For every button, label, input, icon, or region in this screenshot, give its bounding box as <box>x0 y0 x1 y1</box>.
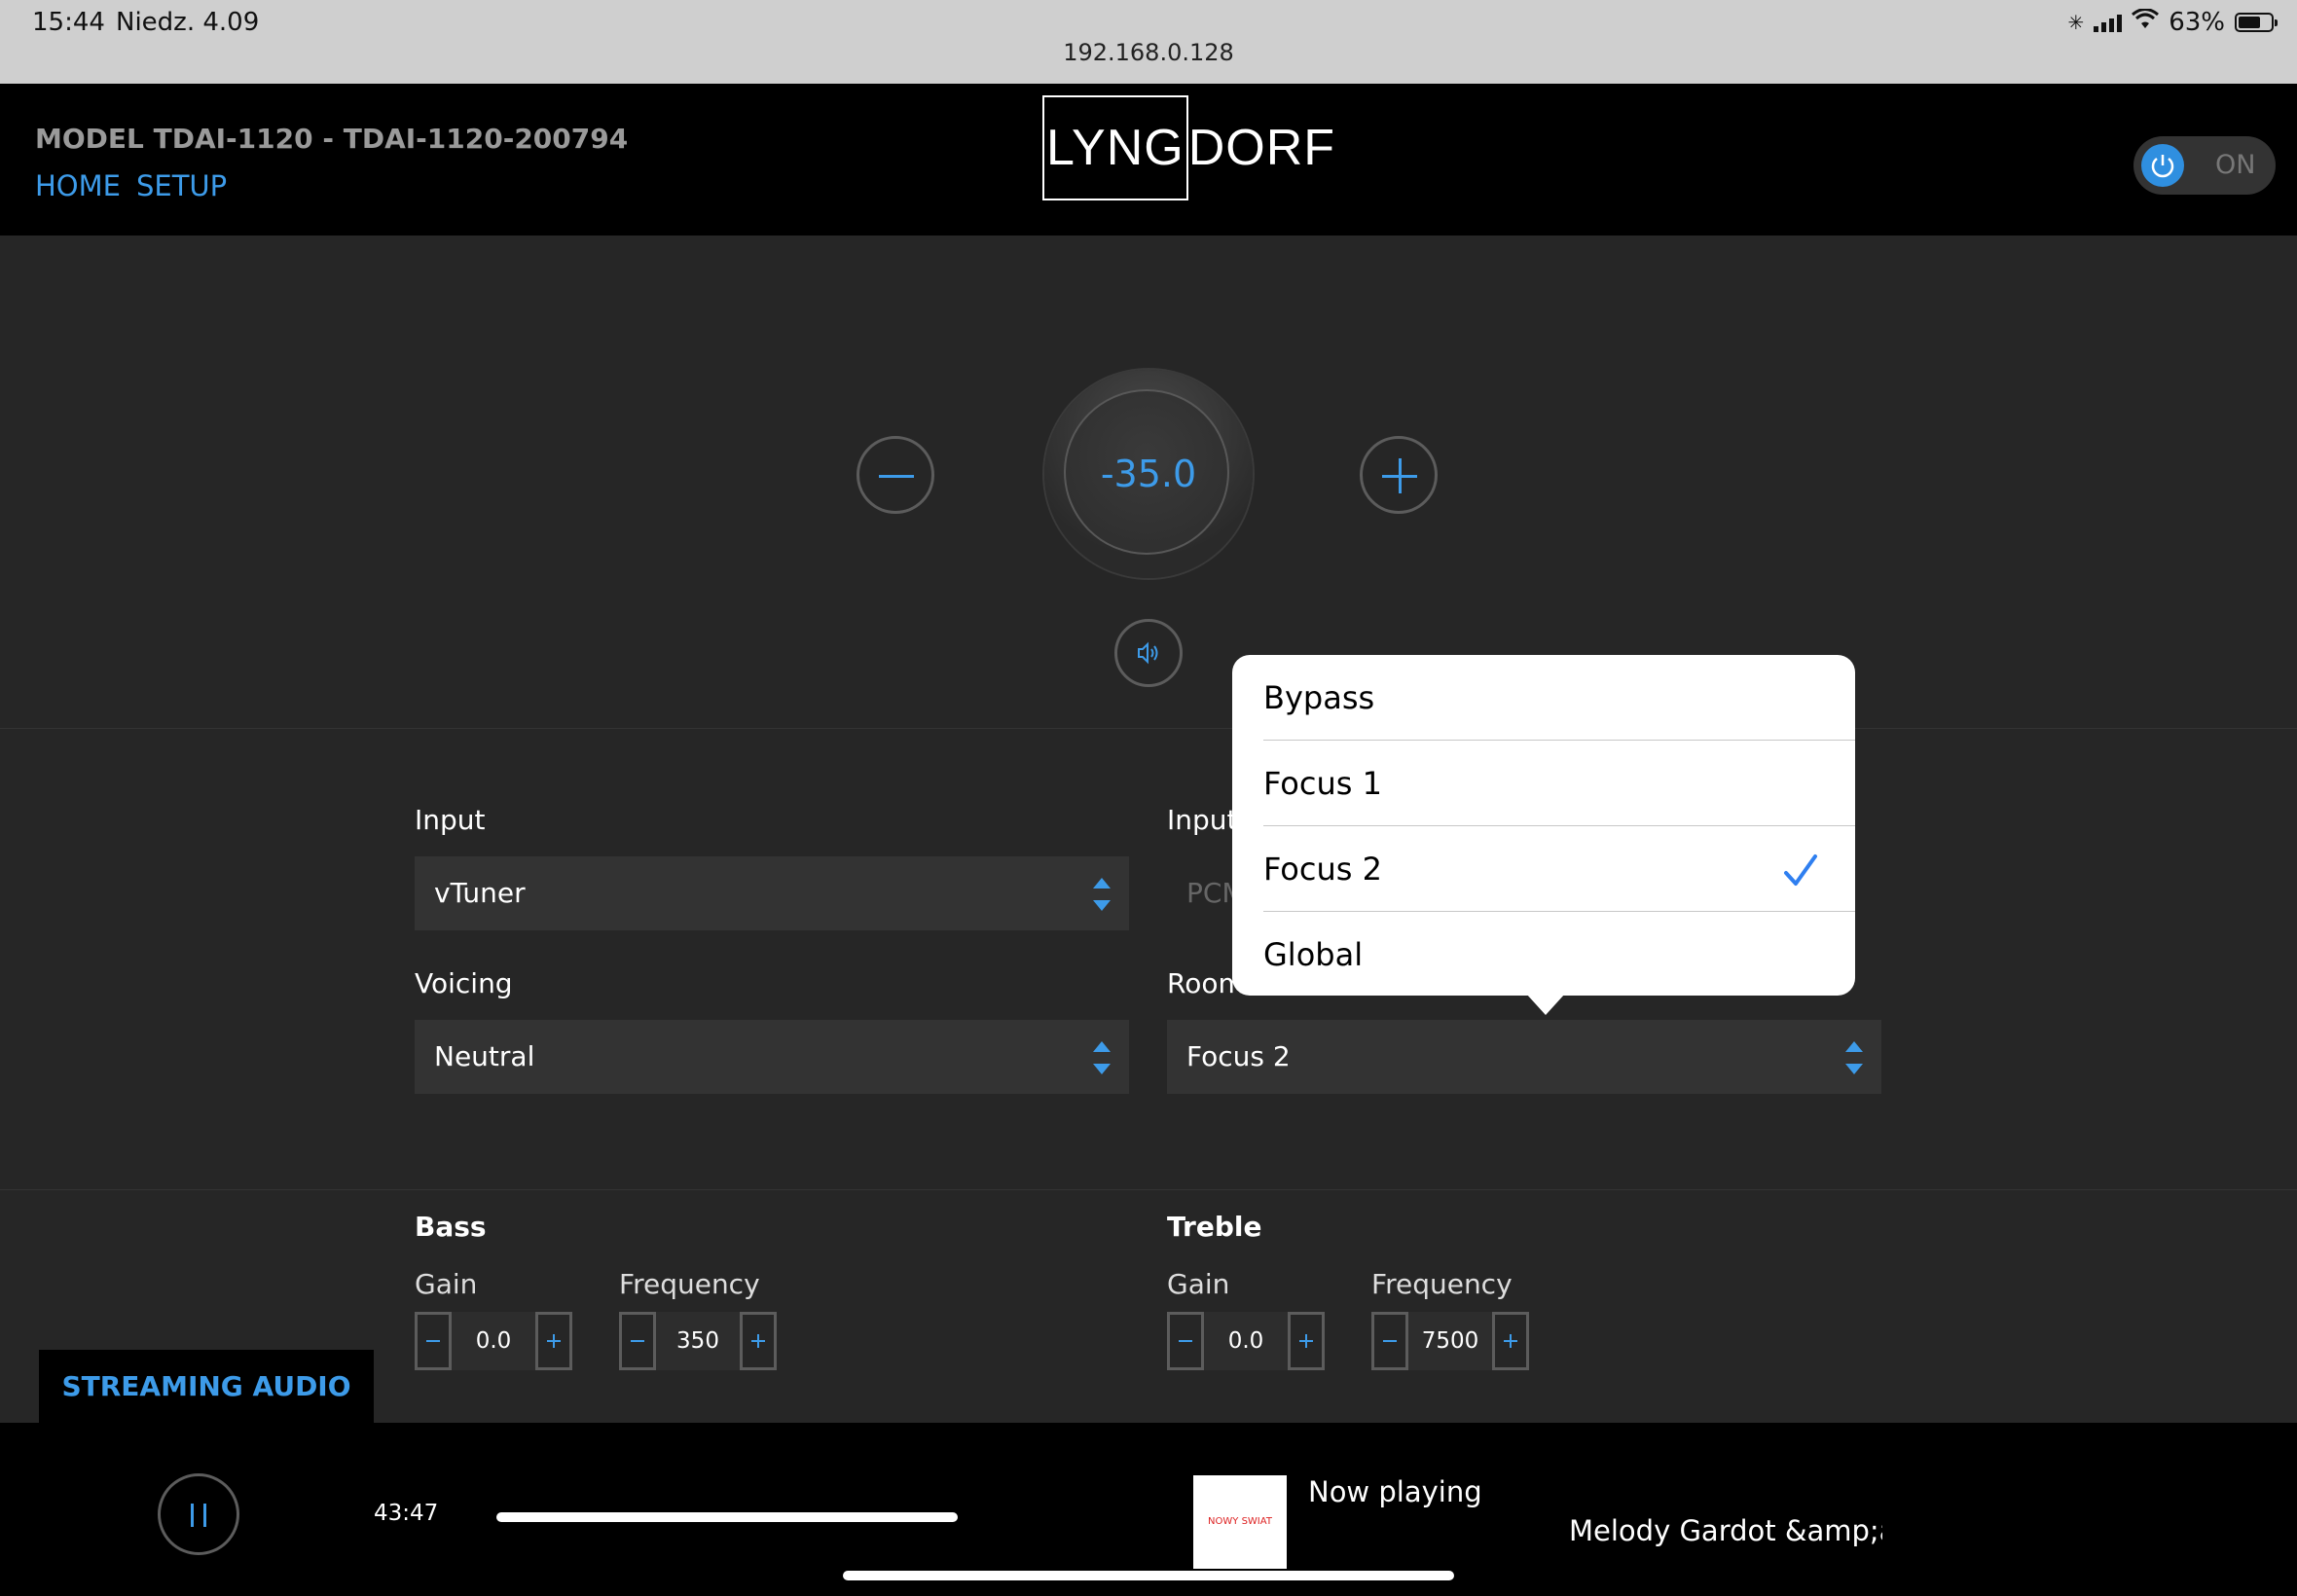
volume-up-button[interactable] <box>1360 436 1438 514</box>
popover-pointer <box>1526 994 1565 1015</box>
bass-frequency-label: Frequency <box>619 1268 760 1300</box>
treble-frequency-label: Frequency <box>1371 1268 1513 1300</box>
loading-icon: ✳ <box>2067 11 2085 34</box>
option-focus-1[interactable]: Focus 1 <box>1263 741 1382 826</box>
album-art-text: NOWY SWIAT <box>1208 1516 1272 1527</box>
elapsed-time: 43:47 <box>374 1501 439 1526</box>
bass-frequency-decrease[interactable] <box>619 1312 656 1370</box>
treble-frequency-decrease[interactable] <box>1371 1312 1408 1370</box>
status-bar: 15:44 Niedz. 4.09 192.168.0.128 ✳ 63% <box>0 0 2297 84</box>
updown-arrows-icon <box>1092 878 1112 911</box>
treble-gain-value[interactable]: 0.0 <box>1204 1312 1288 1370</box>
logo-boxed-text: LYNG <box>1042 95 1188 200</box>
input-select[interactable]: vTuner <box>415 856 1129 930</box>
bass-gain-stepper: 0.0 <box>415 1312 572 1370</box>
home-indicator[interactable] <box>843 1571 1454 1580</box>
option-bypass[interactable]: Bypass <box>1263 655 1374 741</box>
treble-gain-label: Gain <box>1167 1268 1230 1300</box>
power-state-label: ON <box>2215 150 2256 180</box>
main-nav: HOME SETUP <box>35 169 227 202</box>
plus-icon <box>1399 458 1402 493</box>
wifi-icon <box>2132 8 2160 37</box>
bass-gain-increase[interactable] <box>535 1312 572 1370</box>
minus-icon <box>879 475 914 478</box>
room-select-value: Focus 2 <box>1186 1040 1291 1072</box>
now-playing-label: Now playing <box>1308 1475 1482 1508</box>
treble-gain-decrease[interactable] <box>1167 1312 1204 1370</box>
treble-gain-stepper: 0.0 <box>1167 1312 1325 1370</box>
mute-button[interactable] <box>1114 619 1183 687</box>
voicing-select[interactable]: Neutral <box>415 1020 1129 1094</box>
room-perfect-select[interactable]: Focus 2 <box>1167 1020 1881 1094</box>
brand-logo: LYNG DORF <box>1042 93 1335 202</box>
track-title: Melody Gardot &amp;am <box>1569 1514 1882 1547</box>
checkmark-icon <box>1784 854 1817 886</box>
input-select-value: vTuner <box>434 877 526 909</box>
pause-button[interactable] <box>158 1473 239 1555</box>
progress-bar[interactable] <box>496 1512 958 1522</box>
room-focus-popover: Bypass Focus 1 Focus 2 Global <box>1232 655 1855 1015</box>
option-global[interactable]: Global <box>1263 912 1363 998</box>
status-indicators: ✳ 63% <box>2067 8 2278 37</box>
speaker-icon <box>1138 641 1158 665</box>
battery-icon <box>2235 13 2278 32</box>
cellular-signal-icon <box>2094 13 2123 32</box>
bass-gain-decrease[interactable] <box>415 1312 452 1370</box>
section-divider <box>0 1189 2297 1190</box>
power-toggle[interactable]: ON <box>2133 136 2276 195</box>
url-bar[interactable]: 192.168.0.128 <box>0 39 2297 66</box>
bass-frequency-stepper: 350 <box>619 1312 777 1370</box>
updown-arrows-icon <box>1092 1041 1112 1074</box>
treble-gain-increase[interactable] <box>1288 1312 1325 1370</box>
logo-text: DORF <box>1187 120 1336 176</box>
treble-frequency-increase[interactable] <box>1492 1312 1529 1370</box>
volume-down-button[interactable] <box>857 436 934 514</box>
bass-frequency-increase[interactable] <box>740 1312 777 1370</box>
battery-percent: 63% <box>2169 8 2225 37</box>
status-time: 15:44 <box>32 8 105 37</box>
treble-frequency-stepper: 7500 <box>1371 1312 1529 1370</box>
bass-gain-value[interactable]: 0.0 <box>452 1312 535 1370</box>
status-date: Niedz. 4.09 <box>116 8 260 37</box>
treble-label: Treble <box>1167 1211 1262 1243</box>
streaming-audio-tab[interactable]: STREAMING AUDIO <box>39 1350 374 1424</box>
section-divider <box>0 728 2297 729</box>
volume-value: -35.0 <box>1100 453 1197 495</box>
treble-frequency-value[interactable]: 7500 <box>1408 1312 1492 1370</box>
nav-home[interactable]: HOME <box>35 169 121 202</box>
voicing-select-value: Neutral <box>434 1040 535 1072</box>
nav-setup[interactable]: SETUP <box>136 169 227 202</box>
app-header: MODEL TDAI-1120 - TDAI-1120-200794 HOME … <box>0 84 2297 236</box>
option-focus-2[interactable]: Focus 2 <box>1263 826 1382 912</box>
album-art: NOWY SWIAT <box>1193 1475 1287 1569</box>
volume-dial[interactable]: -35.0 <box>1044 370 1253 578</box>
model-title: MODEL TDAI-1120 - TDAI-1120-200794 <box>35 123 629 155</box>
bass-label: Bass <box>415 1211 487 1243</box>
bass-frequency-value[interactable]: 350 <box>656 1312 740 1370</box>
bass-gain-label: Gain <box>415 1268 478 1300</box>
voicing-label: Voicing <box>415 967 513 999</box>
updown-arrows-icon <box>1844 1041 1864 1074</box>
power-icon <box>2141 144 2184 187</box>
input-label: Input <box>415 804 486 836</box>
input-format-label: Input <box>1167 804 1238 836</box>
